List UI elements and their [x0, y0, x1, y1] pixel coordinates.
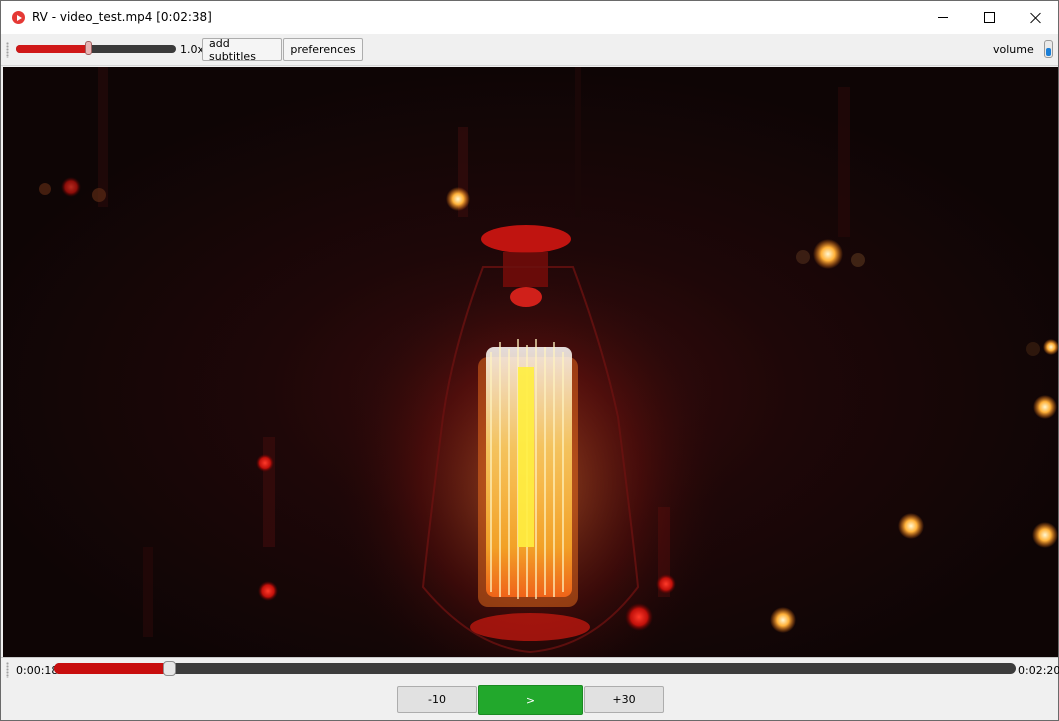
total-time: 0:02:20: [1018, 664, 1059, 677]
close-button[interactable]: [1012, 1, 1058, 34]
volume-label: volume: [993, 43, 1034, 56]
minimize-button[interactable]: [920, 1, 966, 34]
play-circle-icon: [12, 11, 25, 24]
current-time: 0:00:18: [16, 664, 59, 677]
volume-slider-fill: [1046, 47, 1051, 56]
toolbar-grip-icon[interactable]: [6, 42, 9, 58]
close-icon: [1029, 12, 1041, 24]
minimize-icon: [938, 17, 948, 18]
toolbar: 1.0x add subtitles preferences volume: [1, 34, 1058, 66]
seekbar-row: 0:00:18 0:02:20: [1, 657, 1059, 682]
playback-controls: -10 > +30: [1, 682, 1058, 720]
seekbar-grip-icon[interactable]: [6, 662, 9, 678]
maximize-button[interactable]: [966, 1, 1012, 34]
player-window: RV - video_test.mp4 [0:02:38] 1.0x add s…: [0, 0, 1059, 721]
window-title: RV - video_test.mp4 [0:02:38]: [32, 10, 212, 24]
title-bar[interactable]: RV - video_test.mp4 [0:02:38]: [1, 1, 1058, 34]
seek-slider[interactable]: [54, 661, 1016, 676]
speed-slider[interactable]: [16, 41, 176, 55]
forward-button[interactable]: +30: [584, 686, 664, 713]
speed-slider-fill: [16, 45, 88, 53]
seek-slider-fill: [54, 663, 170, 674]
volume-slider[interactable]: [1044, 40, 1053, 58]
preferences-button[interactable]: preferences: [283, 38, 363, 61]
speed-value: 1.0x: [180, 43, 205, 56]
video-display[interactable]: [3, 67, 1058, 657]
seek-slider-thumb[interactable]: [163, 661, 177, 676]
add-subtitles-button[interactable]: add subtitles: [202, 37, 282, 63]
speed-slider-thumb[interactable]: [85, 41, 92, 55]
video-frame: [3, 67, 1058, 657]
rewind-button[interactable]: -10: [397, 686, 477, 713]
play-button[interactable]: >: [478, 685, 583, 715]
maximize-icon: [983, 12, 995, 23]
